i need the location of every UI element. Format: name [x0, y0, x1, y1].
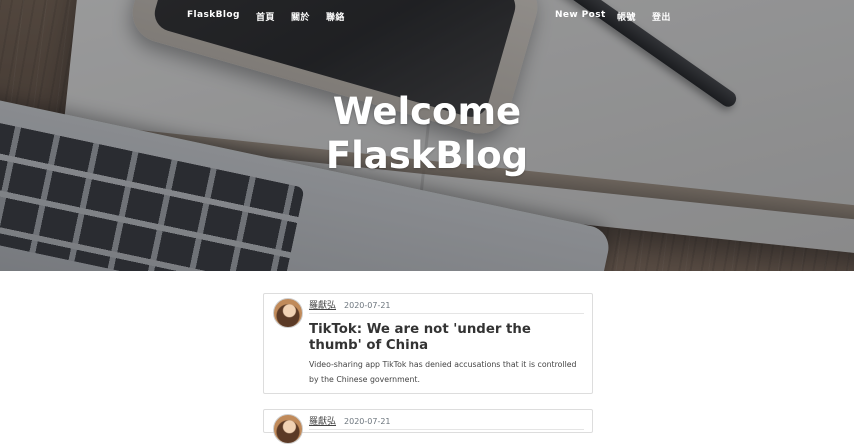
hero-header: FlaskBlog 首頁 關於 聯絡 New Post 帳號 登出 Welcom…: [0, 0, 854, 271]
post-meta: 羅獻弘 2020-07-21: [309, 298, 584, 314]
post-excerpt: Video-sharing app TikTok has denied accu…: [309, 360, 577, 384]
nav-link-home[interactable]: 首頁: [256, 10, 275, 23]
nav-link-new-post[interactable]: New Post: [555, 10, 606, 20]
brand-link[interactable]: FlaskBlog: [187, 10, 240, 20]
top-navbar: FlaskBlog 首頁 關於 聯絡 New Post 帳號 登出: [0, 0, 854, 32]
post-author-link[interactable]: 羅獻弘: [309, 414, 336, 427]
post-author-link[interactable]: 羅獻弘: [309, 298, 336, 311]
post-date: 2020-07-21: [344, 301, 391, 310]
hero-heading: Welcome FlaskBlog: [0, 90, 854, 178]
hero-heading-line-1: Welcome: [332, 90, 522, 133]
nav-link-about[interactable]: 關於: [291, 10, 310, 23]
post-date: 2020-07-21: [344, 417, 391, 426]
post-card: 羅獻弘 2020-07-21 TikTok: We are not 'under…: [263, 293, 593, 394]
author-avatar[interactable]: [273, 298, 303, 328]
post-title-link[interactable]: TikTok: We are not 'under the thumb' of …: [309, 322, 584, 354]
nav-link-logout[interactable]: 登出: [652, 10, 671, 23]
post-meta: 羅獻弘 2020-07-21: [309, 414, 584, 430]
nav-link-account[interactable]: 帳號: [617, 10, 636, 23]
hero-heading-line-2: FlaskBlog: [325, 134, 529, 177]
nav-link-contact[interactable]: 聯絡: [326, 10, 345, 23]
post-list: 羅獻弘 2020-07-21 TikTok: We are not 'under…: [263, 293, 593, 448]
post-card: 羅獻弘 2020-07-21: [263, 409, 593, 444]
